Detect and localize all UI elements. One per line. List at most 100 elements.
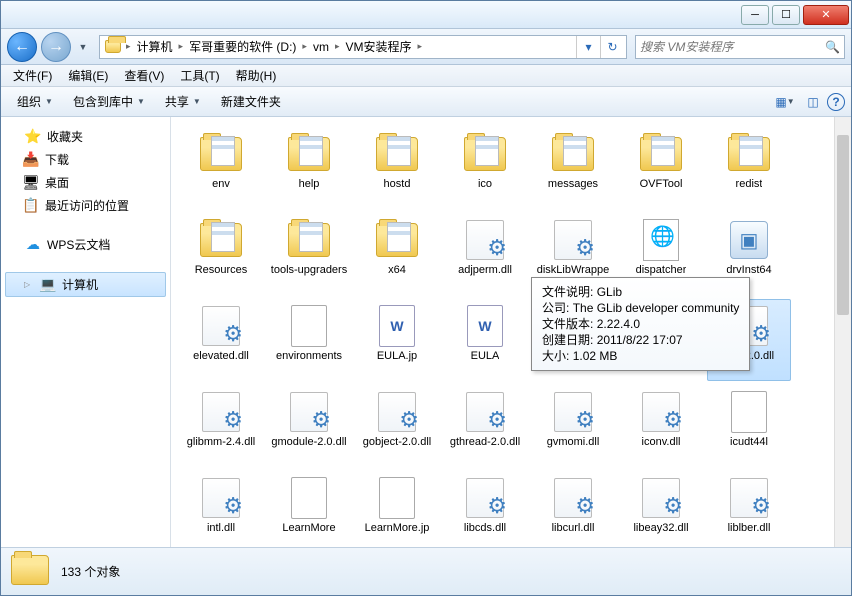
sidebar-desktop[interactable]: 🖥桌面 [1,171,170,194]
address-bar[interactable]: ▸ 计算机 ▸ 军哥重要的软件 (D:) ▸ vm ▸ VM安装程序 ▸ ▾ ↻ [99,35,627,59]
file-item[interactable]: WEULA.jp [355,299,439,381]
file-item[interactable]: libcurl.dll [531,471,615,547]
file-item[interactable]: env [179,127,263,209]
file-item[interactable]: help [267,127,351,209]
file-label: adjperm.dll [458,264,512,277]
sidebar-computer[interactable]: ▷💻计算机 [5,272,166,297]
address-dropdown[interactable]: ▾ [576,36,600,58]
file-item[interactable]: gthread-2.0.dll [443,385,527,467]
file-label: environments [276,350,342,363]
refresh-button[interactable]: ↻ [600,36,624,58]
file-icon [461,132,509,176]
file-tooltip: 文件说明: GLib 公司: The GLib developer commun… [531,277,750,371]
preview-pane-button[interactable]: ◫ [799,90,827,114]
file-label: OVFTool [640,178,683,191]
search-input[interactable] [640,40,825,54]
file-item[interactable]: adjperm.dll [443,213,527,295]
breadcrumb-separator[interactable]: ▸ [415,41,424,52]
file-label: intl.dll [207,522,235,535]
breadcrumb-separator[interactable]: ▸ [300,41,309,52]
scrollbar-thumb[interactable] [837,135,849,315]
file-item[interactable]: gmodule-2.0.dll [267,385,351,467]
sidebar-wps[interactable]: ☁WPS云文档 [1,233,170,256]
file-item[interactable]: iconv.dll [619,385,703,467]
new-folder-button[interactable]: 新建文件夹 [211,89,291,115]
file-icon [461,476,509,520]
menu-file[interactable]: 文件(F) [5,66,60,86]
organize-button[interactable]: 组织 ▼ [7,89,63,115]
file-list[interactable]: env help hostd ico messages OVFTool redist Reso… [171,117,851,547]
file-label: libcurl.dll [552,522,595,535]
file-label: ico [478,178,492,191]
toolbar: 组织 ▼ 包含到库中 ▼ 共享 ▼ 新建文件夹 ▦ ▼ ◫ ? [1,87,851,117]
menu-tools[interactable]: 工具(T) [172,66,227,86]
file-icon [725,476,773,520]
maximize-button[interactable]: ☐ [772,5,800,25]
sidebar-downloads[interactable]: 📥下载 [1,148,170,171]
file-item[interactable]: Resources [179,213,263,295]
file-label: hostd [384,178,411,191]
download-icon: 📥 [23,152,39,168]
breadcrumb-vm[interactable]: vm [309,36,333,58]
file-icon [549,218,597,262]
file-item[interactable]: libeay32.dll [619,471,703,547]
file-item[interactable]: LearnMore.jp [355,471,439,547]
file-label: env [212,178,230,191]
file-item[interactable]: redist [707,127,791,209]
folder-icon [104,38,122,56]
file-item[interactable]: liblber.dll [707,471,791,547]
breadcrumb-current[interactable]: VM安装程序 [341,36,415,58]
file-item[interactable]: environments [267,299,351,381]
file-item[interactable]: gvmomi.dll [531,385,615,467]
include-library-button[interactable]: 包含到库中 ▼ [63,89,155,115]
file-item[interactable]: x64 [355,213,439,295]
file-item[interactable]: libcds.dll [443,471,527,547]
sidebar-favorites[interactable]: ⭐收藏夹 [1,125,170,148]
file-item[interactable]: intl.dll [179,471,263,547]
file-label: gobject-2.0.dll [363,436,432,449]
file-item[interactable]: glibmm-2.4.dll [179,385,263,467]
file-icon [637,390,685,434]
file-item[interactable]: ico [443,127,527,209]
file-item[interactable]: OVFTool [619,127,703,209]
nav-history-dropdown[interactable]: ▼ [75,33,91,61]
file-item[interactable]: elevated.dll [179,299,263,381]
file-icon [549,476,597,520]
help-button[interactable]: ? [827,93,845,111]
file-item[interactable]: WEULA [443,299,527,381]
breadcrumb-drive[interactable]: 军哥重要的软件 (D:) [185,36,300,58]
file-item[interactable]: icudt44l [707,385,791,467]
sidebar-recent[interactable]: 📋最近访问的位置 [1,194,170,217]
back-button[interactable]: ← [7,32,37,62]
breadcrumb-separator[interactable]: ▸ [177,41,186,52]
file-item[interactable]: tools-upgraders [267,213,351,295]
explorer-window: ─ ☐ ✕ ← → ▼ ▸ 计算机 ▸ 军哥重要的软件 (D:) ▸ vm ▸ … [0,0,852,596]
close-button[interactable]: ✕ [803,5,849,25]
search-icon[interactable]: 🔍 [825,40,840,54]
forward-button[interactable]: → [41,32,71,62]
file-label: gvmomi.dll [547,436,600,449]
file-label: gthread-2.0.dll [450,436,520,449]
breadcrumb-separator[interactable]: ▸ [333,41,342,52]
file-icon [197,132,245,176]
file-icon [197,218,245,262]
file-icon [549,132,597,176]
view-options-button[interactable]: ▦ ▼ [771,90,799,114]
file-item[interactable]: LearnMore [267,471,351,547]
menu-view[interactable]: 查看(V) [116,66,172,86]
file-icon [373,476,421,520]
share-button[interactable]: 共享 ▼ [155,89,211,115]
file-item[interactable]: gobject-2.0.dll [355,385,439,467]
file-label: libeay32.dll [633,522,688,535]
vertical-scrollbar[interactable] [834,117,851,547]
file-item[interactable]: hostd [355,127,439,209]
file-label: iconv.dll [642,436,681,449]
breadcrumb-computer[interactable]: 计算机 [133,36,177,58]
menu-help[interactable]: 帮助(H) [228,66,285,86]
file-icon [725,218,773,262]
file-label: libcds.dll [464,522,506,535]
minimize-button[interactable]: ─ [741,5,769,25]
search-box[interactable]: 🔍 [635,35,845,59]
menu-edit[interactable]: 编辑(E) [60,66,116,86]
file-item[interactable]: messages [531,127,615,209]
